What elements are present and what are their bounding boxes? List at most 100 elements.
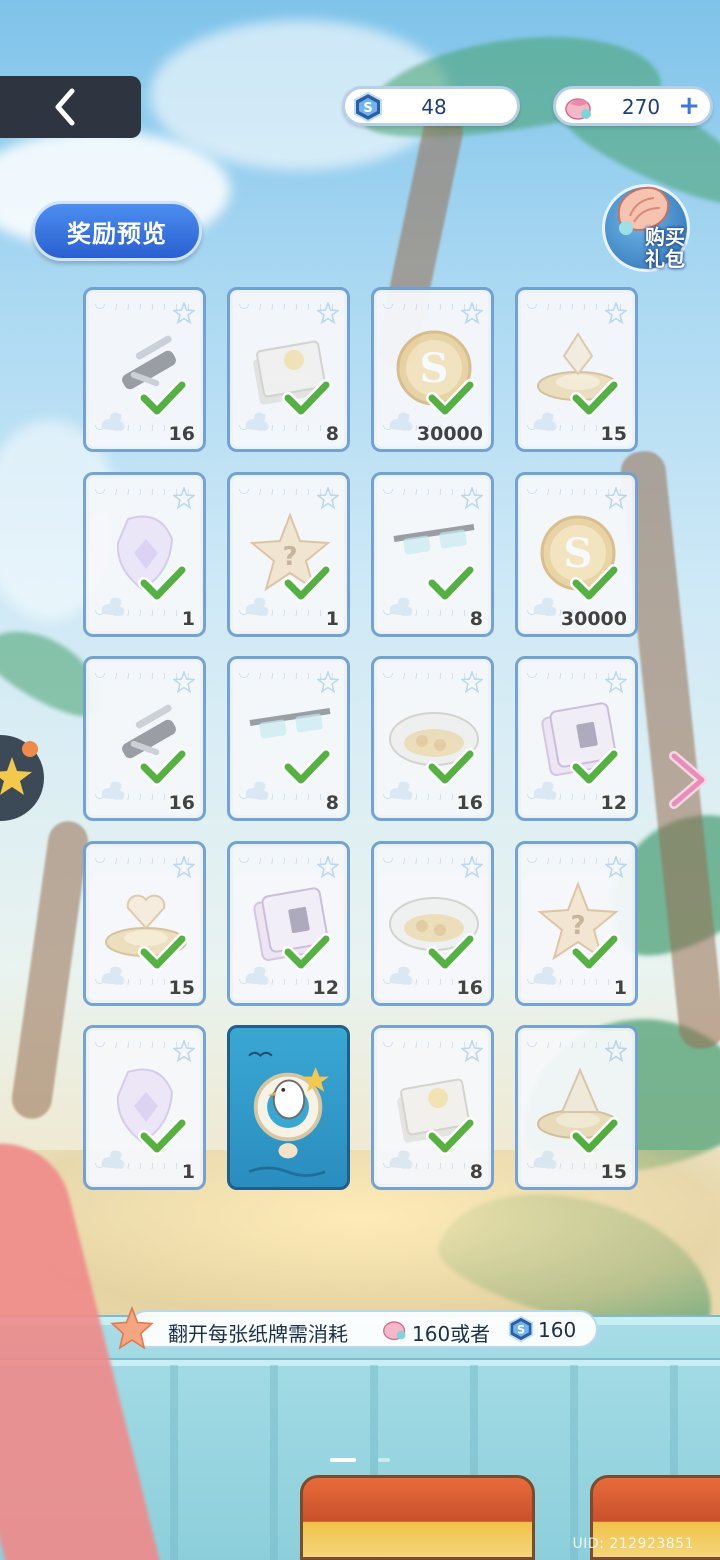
starfish-icon bbox=[173, 302, 195, 324]
buy-gift-label-line1: 购买 bbox=[645, 225, 685, 249]
reward-card[interactable]: S 30000 bbox=[515, 472, 638, 637]
cost-banner: 翻开每张纸牌需消耗 160或者 S 160 bbox=[110, 1306, 598, 1350]
item-quantity: 16 bbox=[456, 977, 483, 999]
item-quantity: 1 bbox=[325, 608, 339, 630]
item-quantity: 30000 bbox=[560, 608, 627, 630]
duck-icon bbox=[245, 966, 269, 985]
item-quantity: 1 bbox=[613, 977, 627, 999]
duck-icon bbox=[533, 597, 557, 616]
starfish-icon bbox=[110, 1306, 154, 1350]
duck-icon bbox=[245, 597, 269, 616]
check-icon bbox=[138, 933, 188, 971]
reward-card[interactable]: 8 bbox=[371, 472, 494, 637]
duck-icon bbox=[101, 412, 125, 431]
reward-card[interactable]: 12 bbox=[515, 656, 638, 821]
starfish-icon bbox=[173, 1040, 195, 1062]
reward-card[interactable]: 15 bbox=[83, 841, 206, 1006]
check-icon bbox=[282, 564, 332, 602]
item-quantity: 8 bbox=[469, 1161, 483, 1183]
duck-icon bbox=[389, 412, 413, 431]
s-gem-icon: S bbox=[508, 1316, 534, 1342]
duck-icon bbox=[101, 597, 125, 616]
starfish-icon bbox=[461, 1040, 483, 1062]
duck-icon bbox=[389, 966, 413, 985]
starfish-icon bbox=[461, 302, 483, 324]
reward-card[interactable]: 8 bbox=[227, 287, 350, 452]
duck-icon bbox=[101, 1150, 125, 1169]
reward-card[interactable]: ? 1 bbox=[227, 472, 350, 637]
starfish-icon bbox=[605, 856, 627, 878]
reward-card[interactable]: 16 bbox=[371, 841, 494, 1006]
item-quantity: 8 bbox=[325, 423, 339, 445]
check-icon bbox=[138, 564, 188, 602]
item-quantity: 15 bbox=[168, 977, 195, 999]
back-button[interactable] bbox=[0, 76, 141, 138]
duck-icon bbox=[389, 1150, 413, 1169]
starfish-icon bbox=[317, 671, 339, 693]
starfish-icon bbox=[461, 487, 483, 509]
item-quantity: 8 bbox=[325, 792, 339, 814]
cost-prefix: 翻开每张纸牌需消耗 bbox=[168, 1322, 348, 1346]
unflipped-card[interactable] bbox=[227, 1025, 350, 1190]
card-grid: 16 8 S 30000 15 1? 1 8 S 30000 16 8 16 12 15 12 16? 1 1 8 15 bbox=[83, 287, 638, 1190]
reward-card[interactable]: 16 bbox=[83, 287, 206, 452]
check-icon bbox=[426, 379, 476, 417]
duck-icon bbox=[245, 412, 269, 431]
side-star-button[interactable] bbox=[0, 735, 44, 821]
conch-shell-icon bbox=[383, 1321, 406, 1341]
item-quantity: 30000 bbox=[416, 423, 483, 445]
item-quantity: 12 bbox=[600, 792, 627, 814]
starfish-icon bbox=[173, 487, 195, 509]
duck-icon bbox=[245, 781, 269, 800]
check-icon bbox=[570, 748, 620, 786]
starfish-icon bbox=[173, 856, 195, 878]
shell-cost: 160或者 bbox=[412, 1322, 491, 1346]
starfish-icon bbox=[461, 671, 483, 693]
svg-text:S: S bbox=[517, 1323, 525, 1336]
shell-count: 270 bbox=[621, 95, 661, 119]
reward-card[interactable]: 16 bbox=[83, 656, 206, 821]
railing-post bbox=[170, 1365, 178, 1560]
reward-card[interactable]: 15 bbox=[515, 287, 638, 452]
duck-icon bbox=[389, 597, 413, 616]
item-quantity: 16 bbox=[168, 423, 195, 445]
reward-card[interactable]: 8 bbox=[371, 1025, 494, 1190]
buy-gift-button[interactable]: 购买 礼包 bbox=[600, 182, 696, 274]
reward-card[interactable]: 16 bbox=[371, 656, 494, 821]
reward-card[interactable]: S 30000 bbox=[371, 287, 494, 452]
starfish-icon bbox=[461, 856, 483, 878]
item-quantity: 1 bbox=[181, 1161, 195, 1183]
check-icon bbox=[426, 933, 476, 971]
railing-post bbox=[570, 1365, 578, 1560]
starfish-icon bbox=[317, 487, 339, 509]
chevron-left-icon bbox=[55, 88, 75, 126]
reward-card[interactable]: ? 1 bbox=[515, 841, 638, 1006]
check-icon bbox=[426, 748, 476, 786]
check-icon bbox=[138, 379, 188, 417]
reward-card[interactable]: 8 bbox=[227, 656, 350, 821]
gem-count: 48 bbox=[421, 95, 447, 119]
reward-card[interactable]: 15 bbox=[515, 1025, 638, 1190]
reward-card[interactable]: 1 bbox=[83, 1025, 206, 1190]
starfish-icon bbox=[605, 302, 627, 324]
starfish-icon bbox=[173, 671, 195, 693]
uid-label: UID: 212923851 bbox=[572, 1536, 694, 1552]
stool bbox=[300, 1475, 535, 1560]
check-icon bbox=[426, 564, 476, 602]
check-icon bbox=[282, 748, 332, 786]
starfish-icon bbox=[605, 1040, 627, 1062]
check-icon bbox=[570, 933, 620, 971]
check-icon bbox=[570, 1117, 620, 1155]
reward-card[interactable]: 1 bbox=[83, 472, 206, 637]
shell-counter: 270 + bbox=[553, 86, 713, 126]
page-indicator bbox=[330, 1458, 356, 1462]
item-quantity: 15 bbox=[600, 423, 627, 445]
check-icon bbox=[282, 379, 332, 417]
add-shell-button[interactable]: + bbox=[678, 91, 700, 121]
duck-icon bbox=[389, 781, 413, 800]
reward-card[interactable]: 12 bbox=[227, 841, 350, 1006]
reward-preview-button[interactable]: 奖励预览 bbox=[32, 201, 202, 261]
palm-trunk bbox=[9, 818, 91, 1122]
next-page-button[interactable] bbox=[668, 750, 710, 810]
starfish-icon bbox=[605, 487, 627, 509]
